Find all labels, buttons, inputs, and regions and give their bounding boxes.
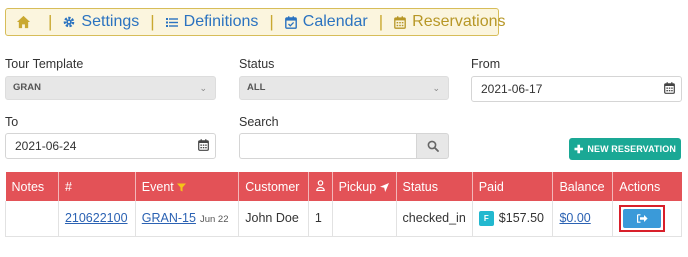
from-date-value: 2021-06-17 [481, 82, 543, 96]
nav-home[interactable] [16, 15, 37, 29]
search-input[interactable] [239, 133, 417, 159]
col-event[interactable]: Event [135, 172, 240, 201]
filter-icon[interactable] [177, 183, 187, 192]
reservation-number-link[interactable]: 210622100 [65, 211, 128, 225]
new-reservation-button[interactable]: ✚ NEW RESERVATION [569, 138, 681, 160]
nav-calendar[interactable]: Calendar [284, 13, 368, 31]
col-balance: Balance [552, 172, 614, 201]
status-label: Status [239, 57, 275, 71]
col-event-label: Event [141, 179, 174, 194]
to-date-input[interactable]: 2021-06-24 [5, 133, 216, 159]
home-icon [16, 15, 31, 29]
search-button[interactable] [416, 133, 449, 159]
check-in-button[interactable] [623, 208, 662, 228]
table-header-row: Notes # Event Customer Pickup Status Pai… [5, 172, 682, 201]
list-icon [165, 17, 178, 27]
tour-template-select[interactable]: GRAN ⌄ [5, 76, 216, 100]
col-paid: Paid [472, 172, 554, 201]
nav-settings[interactable]: Settings [63, 13, 139, 31]
reservations-table: Notes # Event Customer Pickup Status Pai… [5, 172, 682, 237]
nav-reservations[interactable]: Reservations [394, 13, 506, 31]
nav-separator: | [48, 12, 53, 31]
chevron-down-icon: ⌄ [199, 83, 207, 93]
nav-reservations-label: Reservations [412, 13, 506, 30]
col-notes: Notes [5, 172, 59, 201]
calendar-icon [664, 82, 675, 94]
cell-guests: 1 [308, 201, 333, 237]
cell-paid: F $157.50 [472, 201, 554, 237]
cell-customer: John Doe [238, 201, 309, 237]
chevron-down-icon: ⌄ [432, 83, 440, 93]
col-customer: Customer [238, 172, 309, 201]
cell-notes [5, 201, 59, 237]
nav-calendar-label: Calendar [302, 13, 368, 30]
paid-amount: $157.50 [498, 210, 544, 225]
status-select[interactable]: ALL ⌄ [239, 76, 449, 100]
tour-template-value: GRAN [13, 82, 41, 93]
search-label: Search [239, 115, 279, 129]
location-arrow-icon [379, 182, 389, 192]
cell-balance: $0.00 [552, 201, 614, 237]
nav-settings-label: Settings [81, 13, 140, 30]
table-row: 210622100 GRAN-15 Jun 22 John Doe 1 check… [5, 201, 682, 237]
sign-out-icon [636, 213, 648, 223]
user-icon [315, 179, 325, 191]
cell-pickup [332, 201, 397, 237]
from-label: From [471, 57, 501, 71]
calendar-icon [198, 139, 209, 151]
search-icon [427, 140, 439, 152]
status-value: ALL [247, 82, 266, 93]
nav-separator: | [269, 12, 274, 31]
to-date-value: 2021-06-24 [15, 139, 77, 153]
nav-separator: | [378, 12, 384, 31]
new-reservation-label: NEW RESERVATION [587, 144, 676, 154]
event-date: Jun 22 [199, 214, 229, 226]
nav-definitions[interactable]: Definitions [165, 13, 259, 31]
gear-icon [64, 16, 75, 28]
col-pickup-label: Pickup [338, 179, 377, 194]
from-date-input[interactable]: 2021-06-17 [471, 76, 682, 102]
col-actions: Actions [612, 172, 682, 201]
balance-link[interactable]: $0.00 [559, 211, 590, 225]
calendar-check-icon [284, 15, 297, 29]
cell-actions [612, 201, 682, 237]
to-label: To [5, 115, 19, 129]
nav-separator: | [150, 12, 155, 31]
plus-icon: ✚ [574, 143, 584, 156]
col-number: # [58, 172, 136, 201]
top-nav: | Settings | Definitions | Calendar | Re… [5, 8, 506, 36]
col-guests [308, 172, 333, 201]
cell-number: 210622100 [58, 201, 136, 237]
tour-template-label: Tour Template [5, 57, 84, 71]
col-status: Status [396, 172, 473, 201]
payment-badge: F [478, 210, 494, 226]
nav-definitions-label: Definitions [183, 13, 259, 30]
cell-status: checked_in [396, 201, 473, 237]
cell-event: GRAN-15 Jun 22 [135, 201, 240, 237]
col-pickup: Pickup [332, 172, 397, 201]
event-link[interactable]: GRAN-15 [142, 211, 196, 225]
calendar-icon [394, 15, 406, 29]
check-in-action-highlight [619, 204, 666, 232]
